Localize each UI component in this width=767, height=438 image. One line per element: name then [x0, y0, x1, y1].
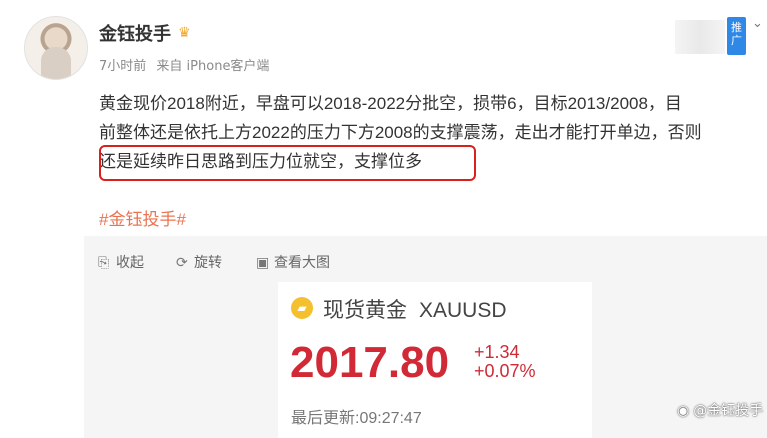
stock-symbol: XAUUSD	[419, 299, 507, 322]
weibo-icon: ◉	[677, 403, 690, 419]
rotate-icon: ⟳	[176, 255, 188, 271]
collapse-icon: ⎘	[98, 255, 110, 271]
image-icon: ▣	[256, 255, 270, 271]
crown-icon: ♛	[178, 25, 191, 41]
promo-badge[interactable]: 推广	[727, 17, 746, 55]
hashtag-link[interactable]: #金钰投手#	[99, 205, 186, 230]
watermark-text: @金钰投手	[693, 403, 764, 419]
collapse-label: 收起	[116, 255, 144, 271]
avatar-figure	[41, 47, 71, 79]
post-meta: 7小时前 来自 iPhone客户端	[99, 55, 275, 74]
chevron-down-icon[interactable]: ⌄	[752, 16, 763, 31]
post-line-1: 黄金现价2018附近，早盘可以2018-2022分批空，损带6，目标2013/2…	[99, 94, 682, 113]
gold-bar-icon: ▰	[291, 297, 313, 319]
last-update-time: 最后更新:09:27:47	[291, 410, 422, 427]
promo-thumbnail[interactable]	[675, 20, 725, 54]
rotate-label: 旋转	[194, 255, 222, 271]
price-change-percent: +0.07%	[474, 361, 536, 381]
collapse-button[interactable]: ⎘ 收起	[98, 252, 144, 272]
username[interactable]: 金钰投手	[99, 20, 171, 46]
stock-price: 2017.80	[290, 338, 450, 387]
view-large-button[interactable]: ▣ 查看大图	[256, 252, 330, 272]
watermark: ◉ @金钰投手	[677, 400, 763, 420]
highlight-annotation-box	[99, 145, 476, 181]
post-source: 来自 iPhone客户端	[156, 59, 270, 74]
view-large-label: 查看大图	[274, 255, 330, 271]
post-time[interactable]: 7小时前	[99, 59, 146, 74]
rotate-button[interactable]: ⟳ 旋转	[176, 252, 222, 272]
stock-name: 现货黄金	[323, 299, 407, 322]
price-change-absolute: +1.34	[474, 342, 520, 362]
stock-title: 现货黄金 XAUUSD	[323, 294, 507, 324]
post-line-2: 前整体还是依托上方2022的压力下方2008的支撑震荡，走出才能打开单边，否则	[99, 123, 702, 142]
avatar[interactable]	[24, 16, 88, 80]
